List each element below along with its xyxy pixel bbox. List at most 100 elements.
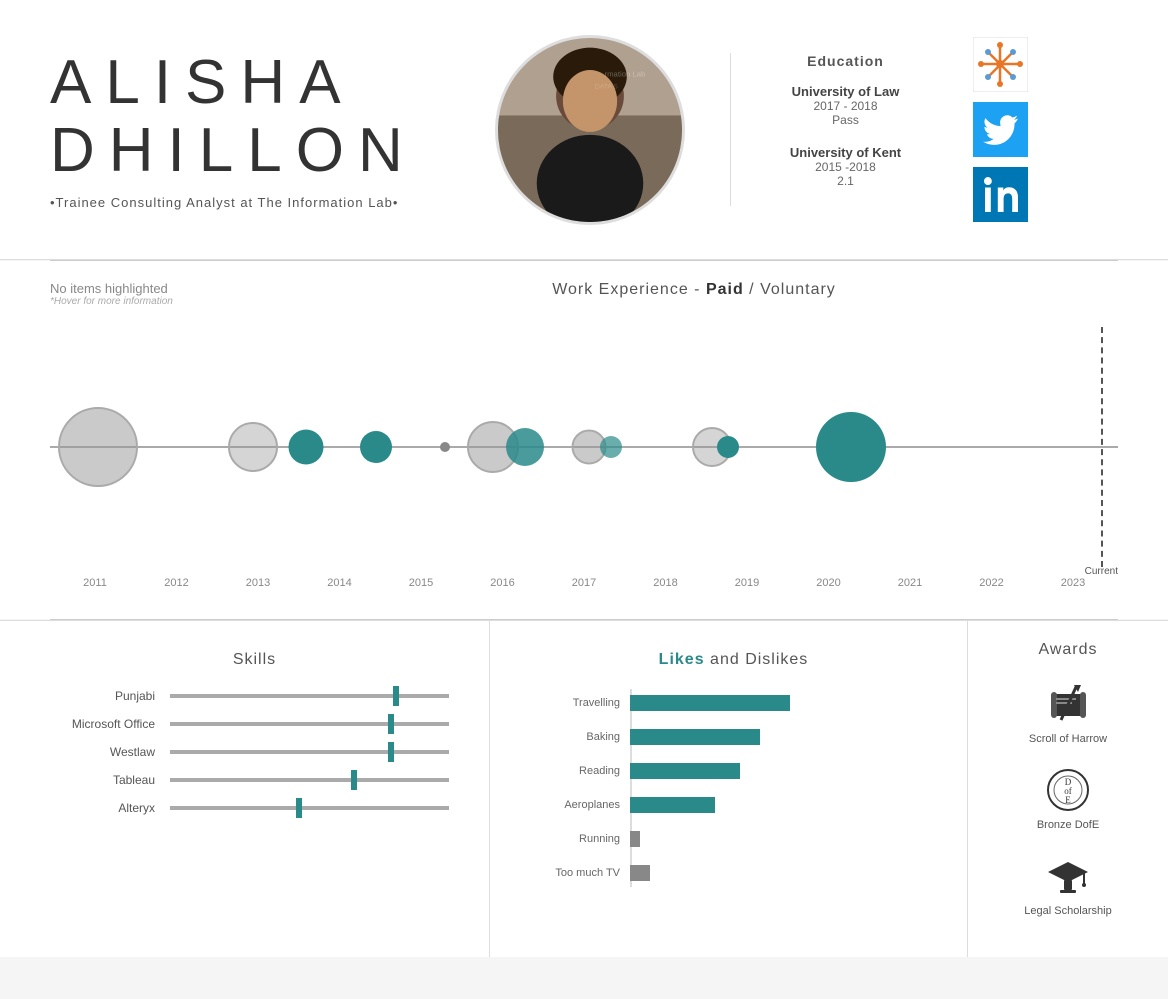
skill-marker-punjabi xyxy=(393,686,399,706)
education-item-2: University of Kent 2015 -2018 2.1 xyxy=(761,145,930,188)
chart-label-baking: Baking xyxy=(586,731,620,743)
skill-marker-msoffice xyxy=(388,714,394,734)
svg-text:DATA S: DATA S xyxy=(595,83,619,90)
like-bar-baking xyxy=(630,729,760,745)
chart-row-aeroplanes: Aeroplanes xyxy=(630,791,947,819)
award-scholarship: Legal Scholarship xyxy=(988,851,1148,917)
timeline-header: No items highlighted *Hover for more inf… xyxy=(50,281,1118,307)
year-2014: 2014 xyxy=(300,577,380,589)
scholarship-icon xyxy=(1043,851,1093,901)
year-2018: 2018 xyxy=(626,577,706,589)
skill-bar-alteryx xyxy=(170,806,449,810)
skill-row-alteryx: Alteryx xyxy=(60,801,449,815)
edu-grade-2: 2.1 xyxy=(761,174,930,188)
chart-row-toomuch: Too much TV xyxy=(630,859,947,887)
bubble-2018-teal-small[interactable] xyxy=(600,436,622,458)
skill-marker-westlaw xyxy=(388,742,394,762)
bubble-2020-teal[interactable] xyxy=(816,412,886,482)
year-2019: 2019 xyxy=(707,577,787,589)
header-section: ALISHA DHILLON •Trainee Consulting Analy… xyxy=(0,0,1168,260)
name-section: ALISHA DHILLON •Trainee Consulting Analy… xyxy=(50,49,450,210)
timeline-section: No items highlighted *Hover for more inf… xyxy=(0,261,1168,619)
photo-section: rmation Lab DATA S xyxy=(450,35,730,225)
linkedin-icon[interactable] xyxy=(973,167,1028,222)
skill-row-punjabi: Punjabi xyxy=(60,689,449,703)
last-name: DHILLON xyxy=(50,116,417,185)
current-label: Current xyxy=(1085,566,1118,577)
subtitle: •Trainee Consulting Analyst at The Infor… xyxy=(50,195,450,210)
twitter-icon[interactable] xyxy=(973,102,1028,157)
skill-row-msoffice: Microsoft Office xyxy=(60,717,449,731)
skill-bar-msoffice xyxy=(170,722,449,726)
chart-row-baking: Baking xyxy=(630,723,947,751)
chart-label-toomuch: Too much TV xyxy=(555,867,620,879)
year-2021: 2021 xyxy=(870,577,950,589)
skills-title: Skills xyxy=(60,651,449,669)
skill-name-alteryx: Alteryx xyxy=(60,801,170,815)
likes-chart-area: Travelling Baking Reading Aeroplanes Run… xyxy=(520,689,947,887)
year-2011: 2011 xyxy=(55,577,135,589)
chart-label-reading: Reading xyxy=(579,765,620,777)
scroll-award-name: Scroll of Harrow xyxy=(1029,733,1107,745)
awards-title: Awards xyxy=(988,641,1148,659)
dislikes-word: Dislikes xyxy=(745,651,808,668)
uni-name-1: University of Law xyxy=(761,84,930,99)
edu-dates-1: 2017 - 2018 xyxy=(761,99,930,113)
hover-info: *Hover for more information xyxy=(50,296,270,307)
tableau-icon[interactable] xyxy=(973,37,1028,92)
award-dofe: D of E Bronze DofE xyxy=(988,765,1148,831)
and-text: and xyxy=(705,651,746,668)
chart-row-reading: Reading xyxy=(630,757,947,785)
full-name: ALISHA DHILLON xyxy=(50,49,450,185)
bottom-section: Skills Punjabi Microsoft Office Westlaw … xyxy=(0,620,1168,957)
no-items-text: No items highlighted xyxy=(50,281,270,296)
work-exp-prefix: Work Experience - xyxy=(552,281,706,298)
skill-bar-tableau xyxy=(170,778,449,782)
likes-panel: Likes and Dislikes Travelling Baking Rea… xyxy=(490,621,968,957)
bubble-2013[interactable] xyxy=(228,422,278,472)
skill-bar-punjabi xyxy=(170,694,449,698)
year-2013: 2013 xyxy=(218,577,298,589)
skills-panel: Skills Punjabi Microsoft Office Westlaw … xyxy=(0,621,490,957)
chart-label-travelling: Travelling xyxy=(573,697,620,709)
skill-marker-tableau xyxy=(351,770,357,790)
year-2023: 2023 xyxy=(1033,577,1113,589)
bubble-2016-dot[interactable] xyxy=(440,442,450,452)
current-line xyxy=(1101,327,1103,567)
likes-word: Likes xyxy=(659,651,705,668)
chart-row-travelling: Travelling xyxy=(630,689,947,717)
edu-grade-1: Pass xyxy=(761,113,930,127)
dislike-bar-toomuch xyxy=(630,865,650,881)
scholarship-award-name: Legal Scholarship xyxy=(1024,905,1111,917)
year-2020: 2020 xyxy=(789,577,869,589)
voluntary-label: Voluntary xyxy=(760,281,836,298)
edu-dates-2: 2015 -2018 xyxy=(761,160,930,174)
skill-row-westlaw: Westlaw xyxy=(60,745,449,759)
uni-name-2: University of Kent xyxy=(761,145,930,160)
year-2016: 2016 xyxy=(463,577,543,589)
scroll-icon xyxy=(1043,679,1093,729)
education-item-1: University of Law 2017 - 2018 Pass xyxy=(761,84,930,127)
skill-name-punjabi: Punjabi xyxy=(60,689,170,703)
education-section: Education University of Law 2017 - 2018 … xyxy=(730,53,930,206)
bubble-2019-teal[interactable] xyxy=(717,436,739,458)
bubble-2015-teal[interactable] xyxy=(360,431,392,463)
bubble-2017-teal[interactable] xyxy=(506,428,544,466)
awards-panel: Awards Scroll of Harrow xyxy=(968,621,1168,957)
skill-marker-alteryx xyxy=(296,798,302,818)
bubble-2014-teal[interactable] xyxy=(289,430,324,465)
skill-name-msoffice: Microsoft Office xyxy=(60,717,170,731)
chart-row-running: Running xyxy=(630,825,947,853)
like-bar-travelling xyxy=(630,695,790,711)
bubble-2011-gray[interactable] xyxy=(58,407,138,487)
svg-text:rmation Lab: rmation Lab xyxy=(605,69,646,78)
social-section xyxy=(930,37,1050,222)
skill-name-tableau: Tableau xyxy=(60,773,170,787)
separator: / xyxy=(744,281,760,298)
award-scroll: Scroll of Harrow xyxy=(988,679,1148,745)
no-items-section: No items highlighted *Hover for more inf… xyxy=(50,281,270,307)
dofe-icon: D of E xyxy=(1043,765,1093,815)
dislike-bar-running xyxy=(630,831,640,847)
year-2017: 2017 xyxy=(544,577,624,589)
year-2012: 2012 xyxy=(137,577,217,589)
